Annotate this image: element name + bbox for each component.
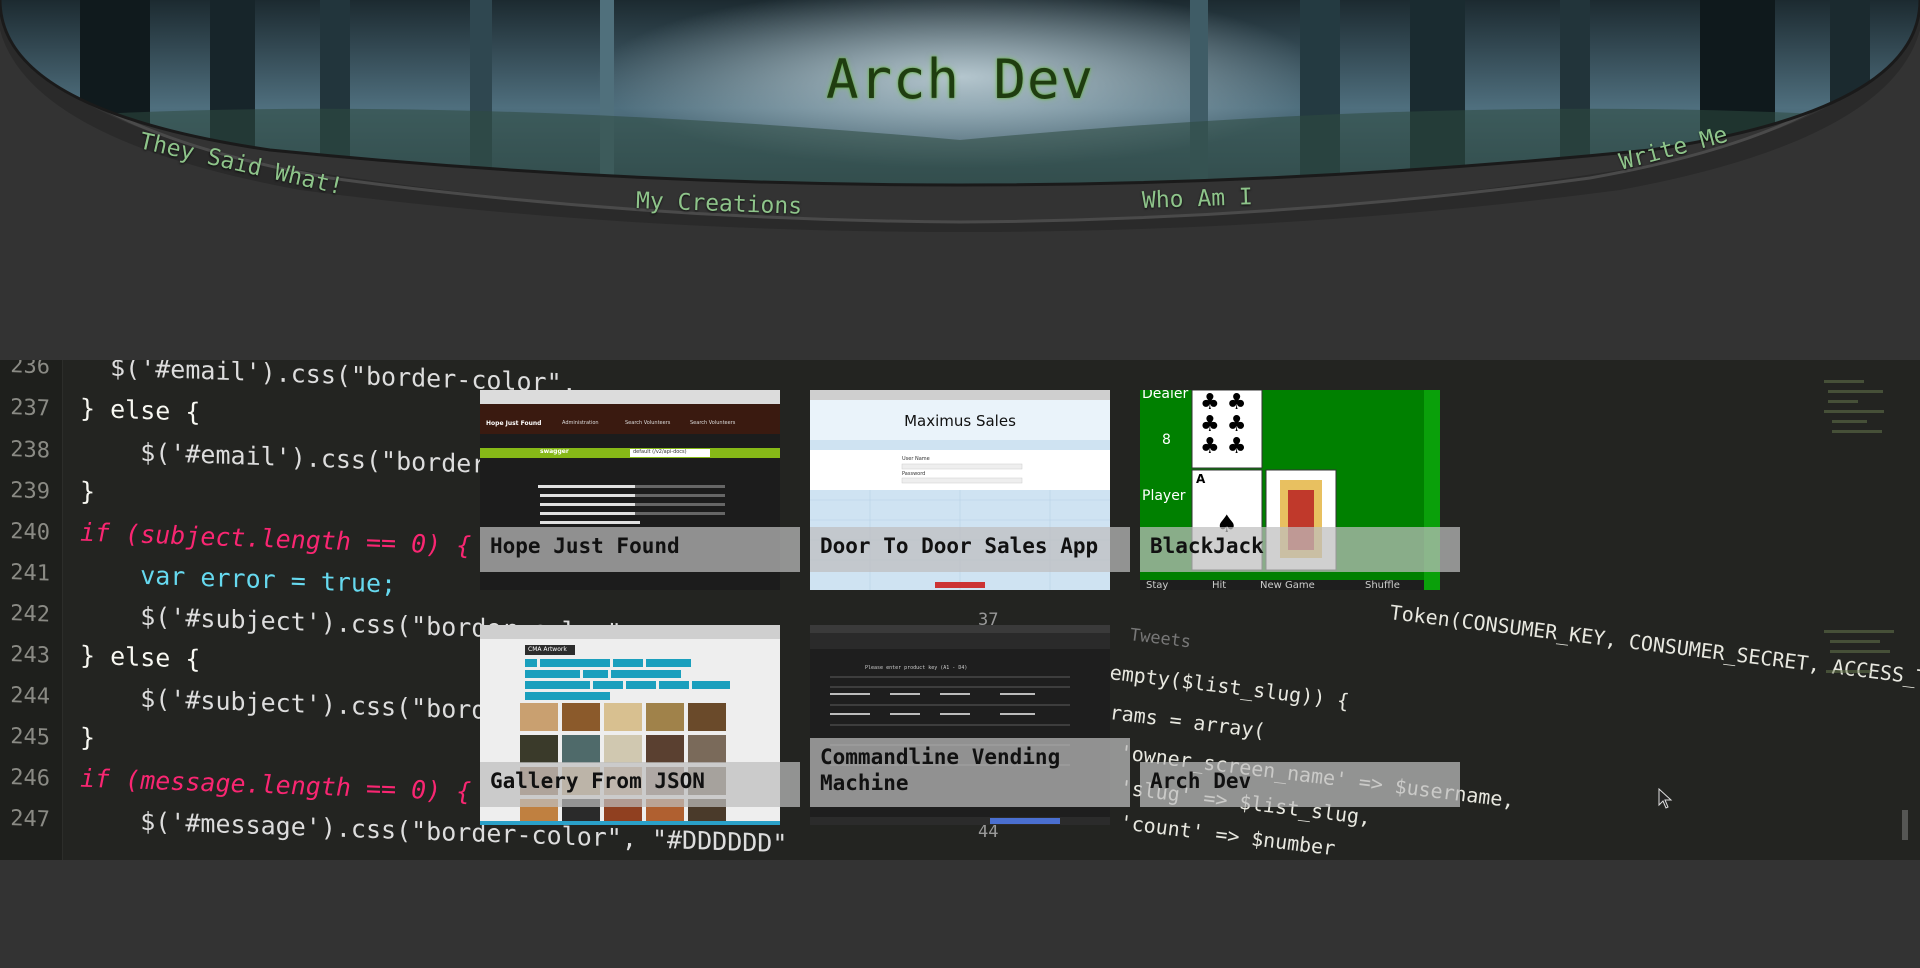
- thumb-brand: Hope Just Found: [486, 420, 542, 427]
- project-card-door-to-door-sales[interactable]: Maximus Sales User Name Password Door To…: [810, 390, 1130, 590]
- thumb-field-label: User Name: [902, 456, 930, 462]
- project-card-commandline-vending-machine[interactable]: Please enter product key (A1 - D4) Comma…: [810, 625, 1130, 825]
- project-title: BlackJack: [1140, 527, 1460, 572]
- thumb-field-label: Password: [902, 471, 926, 477]
- thumb-menu-item: Administration: [562, 420, 599, 426]
- thumb-menu-item: Search Volunteers: [690, 420, 736, 426]
- hit-button: Hit: [1212, 580, 1227, 590]
- thumb-api-select: default (/v2/api-docs): [633, 449, 687, 455]
- project-card-gallery-from-json[interactable]: CMA Artwork Gallery From JSON: [480, 625, 800, 825]
- project-title: Arch Dev: [1140, 762, 1460, 807]
- shuffle-button: Shuffle: [1365, 580, 1400, 590]
- card-rank: A: [1196, 472, 1206, 486]
- thumb-app-title: Maximus Sales: [904, 412, 1016, 430]
- mouse-cursor-icon: [1658, 788, 1673, 809]
- project-card-blackjack[interactable]: ♣ ♣ ♣ ♣ ♣ ♣ ♠ A Dealer 8 Player Stay Hit N…: [1140, 390, 1460, 590]
- site-header: Arch Dev They Said What! My Creations Wh…: [0, 0, 1920, 240]
- site-title: Arch Dev: [825, 48, 1095, 111]
- project-title: Door To Door Sales App: [810, 527, 1130, 572]
- thumb-prompt: Please enter product key (A1 - D4): [865, 665, 968, 671]
- editor-minimap: [1824, 380, 1908, 840]
- project-card-arch-dev[interactable]: Arch Dev: [1140, 625, 1460, 825]
- project-title: Gallery From JSON: [480, 762, 800, 807]
- project-title: Hope Just Found: [480, 527, 800, 572]
- stay-button: Stay: [1146, 580, 1169, 590]
- forest-header-banner: [0, 0, 1920, 232]
- line-number: 44: [978, 822, 999, 842]
- player-label: Player: [1142, 488, 1186, 504]
- club-suit-icon: ♣ ♣ ♣ ♣ ♣ ♣: [1200, 390, 1247, 459]
- project-card-hope-just-found[interactable]: Hope Just Found Administration Search Vo…: [480, 390, 800, 590]
- dealer-label: Dealer: [1142, 390, 1189, 402]
- nav-who-am-i[interactable]: Who Am I: [1142, 184, 1254, 214]
- dealer-score: 8: [1162, 432, 1171, 448]
- thumb-heading: CMA Artwork: [528, 646, 567, 653]
- page: Arch Dev They Said What! My Creations Wh…: [0, 0, 1920, 968]
- project-title: Commandline Vending Machine: [810, 738, 1130, 807]
- new-game-button: New Game: [1260, 580, 1315, 590]
- thumb-api-bar: swagger: [540, 448, 569, 455]
- thumb-menu-item: Search Volunteers: [625, 420, 671, 426]
